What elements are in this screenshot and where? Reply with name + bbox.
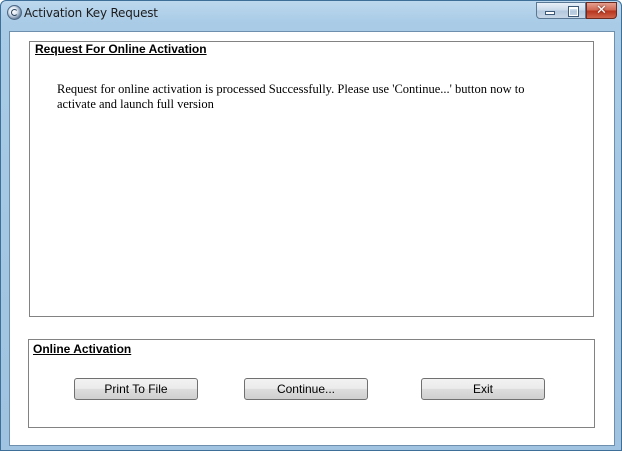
window-title: Activation Key Request (24, 6, 158, 20)
status-message: Request for online activation is process… (57, 82, 525, 111)
request-for-online-activation-group: Request For Online Activation Request fo… (29, 41, 594, 317)
exit-button[interactable]: Exit (421, 378, 545, 400)
close-icon: ✕ (596, 3, 607, 18)
dialog-window: Activation Key Request ✕ Request For Onl… (0, 0, 622, 451)
close-button[interactable]: ✕ (586, 2, 617, 19)
online-activation-group: Online Activation Print To File Continue… (28, 339, 595, 428)
maximize-button[interactable] (561, 2, 586, 19)
print-to-file-button[interactable]: Print To File (74, 378, 198, 400)
continue-button[interactable]: Continue... (244, 378, 368, 400)
title-bar[interactable]: Activation Key Request ✕ (1, 1, 621, 24)
minimize-icon (537, 3, 561, 18)
group-title-activation: Online Activation (33, 342, 132, 356)
minimize-button[interactable] (536, 2, 562, 19)
dialog-client-area: Request For Online Activation Request fo… (9, 31, 615, 446)
group-title-request: Request For Online Activation (35, 42, 207, 56)
maximize-icon (561, 3, 585, 18)
app-icon[interactable] (7, 5, 22, 20)
